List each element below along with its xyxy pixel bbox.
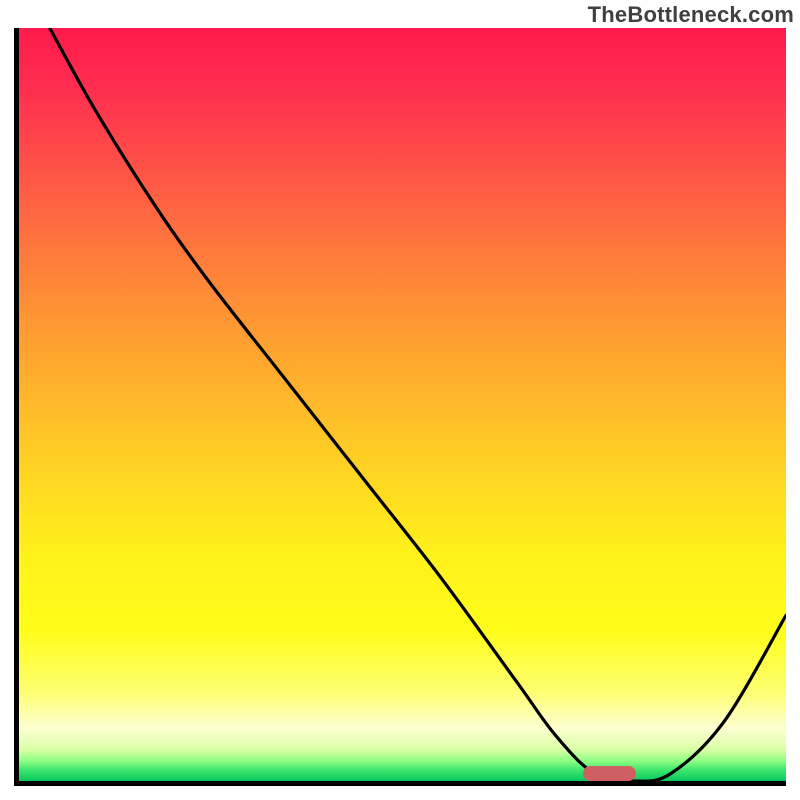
chart-container: TheBottleneck.com	[0, 0, 800, 800]
watermark-text: TheBottleneck.com	[588, 2, 794, 28]
optimal-marker	[583, 766, 637, 781]
plot-area	[19, 28, 786, 781]
bottleneck-curve	[50, 28, 786, 781]
curve-svg	[19, 28, 786, 781]
